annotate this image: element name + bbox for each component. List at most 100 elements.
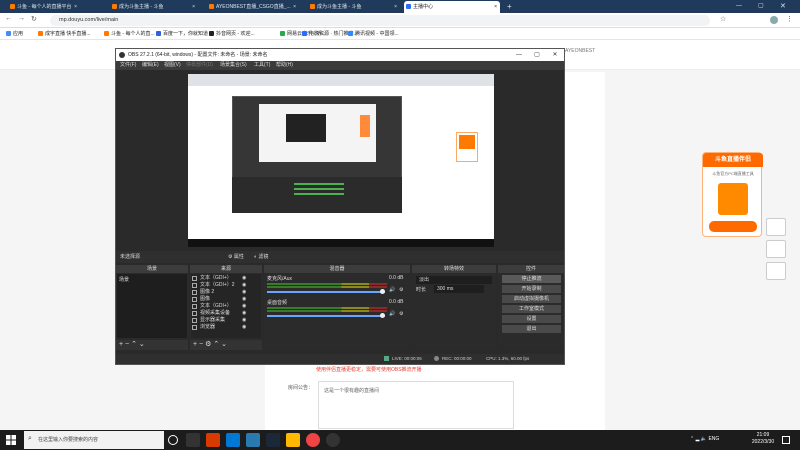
virtual-camera-button[interactable]: 启动虚拟摄像机: [502, 295, 561, 303]
source-item[interactable]: 文本（GDI+） ◉: [192, 303, 258, 310]
gear-icon[interactable]: ⚙: [205, 341, 211, 348]
profile-avatar[interactable]: [770, 16, 778, 24]
minimize-button[interactable]: —: [510, 49, 528, 61]
close-icon[interactable]: ×: [293, 1, 296, 13]
gear-icon[interactable]: ⚙: [399, 287, 403, 293]
eye-icon[interactable]: ◉: [242, 275, 246, 282]
browser-tab[interactable]: 成为斗鱼主播 - 斗鱼 ×: [308, 1, 400, 13]
exit-button[interactable]: 退出: [502, 325, 561, 333]
eye-icon[interactable]: ◉: [242, 296, 246, 303]
close-icon[interactable]: ×: [394, 1, 397, 13]
stop-streaming-button[interactable]: 停止推流: [502, 275, 561, 283]
settings-button[interactable]: 设置: [502, 315, 561, 323]
edge-icon[interactable]: [246, 433, 260, 447]
close-window-button[interactable]: ✕: [780, 0, 786, 13]
volume-slider[interactable]: [267, 315, 385, 317]
chevron-up-icon[interactable]: ⌃: [690, 436, 694, 442]
browser-tab[interactable]: 成为斗鱼主播 - 斗鱼 ×: [110, 1, 198, 13]
remove-icon[interactable]: −: [125, 341, 129, 348]
obs-taskbar-icon[interactable]: [326, 433, 340, 447]
eye-icon[interactable]: ◉: [242, 303, 246, 310]
steam-icon[interactable]: [266, 433, 280, 447]
volume-knob[interactable]: [380, 289, 385, 294]
menu-icon[interactable]: ⋮: [786, 15, 793, 23]
maximize-button[interactable]: ▢: [528, 49, 546, 61]
reload-icon[interactable]: ↻: [31, 15, 37, 23]
task-view-icon[interactable]: [186, 433, 200, 447]
star-icon[interactable]: ☆: [720, 15, 726, 23]
source-item[interactable]: 浏览器 ◉: [192, 324, 258, 331]
eye-icon[interactable]: ◉: [242, 317, 246, 324]
network-icon[interactable]: ▂: [696, 436, 700, 442]
promo-card[interactable]: 斗鱼直播伴侣 斗鱼官方PC端直播工具: [702, 152, 763, 237]
side-tool-button[interactable]: [766, 262, 786, 280]
menu-view[interactable]: 视图(V): [164, 61, 181, 70]
down-icon[interactable]: ⌄: [221, 341, 227, 348]
bookmark-item[interactable]: 腾讯视频 - 中国领...: [348, 28, 399, 40]
chrome-icon[interactable]: [306, 433, 320, 447]
source-item[interactable]: 图像 ◉: [192, 296, 258, 303]
close-icon[interactable]: ×: [74, 1, 77, 13]
volume-icon[interactable]: 🔈: [701, 436, 707, 442]
close-icon[interactable]: ×: [494, 1, 497, 13]
remove-icon[interactable]: −: [199, 341, 203, 348]
speaker-icon[interactable]: 🔊: [389, 287, 395, 293]
cortana-icon[interactable]: [168, 435, 178, 445]
taskbar-search-input[interactable]: 在这里输入你要搜索的内容: [24, 431, 164, 449]
maximize-button[interactable]: ▢: [758, 0, 764, 13]
add-icon[interactable]: +: [193, 341, 197, 348]
duration-input[interactable]: 300 ms: [434, 285, 484, 293]
forward-icon[interactable]: →: [18, 15, 25, 22]
download-button[interactable]: [709, 221, 757, 232]
close-icon[interactable]: ×: [192, 1, 195, 13]
menu-tools[interactable]: 工具(T): [254, 61, 270, 70]
browser-tab-active[interactable]: 主播中心 ×: [404, 1, 500, 13]
up-icon[interactable]: ⌃: [131, 341, 137, 348]
volume-slider[interactable]: [267, 291, 385, 293]
source-item[interactable]: 显示器采集 ◉: [192, 317, 258, 324]
side-tool-button[interactable]: [766, 218, 786, 236]
menu-help[interactable]: 帮助(H): [276, 61, 293, 70]
eye-icon[interactable]: ◉: [242, 310, 246, 317]
add-icon[interactable]: +: [119, 341, 123, 348]
close-window-button[interactable]: ✕: [546, 49, 564, 61]
back-icon[interactable]: ←: [5, 15, 12, 22]
gear-icon[interactable]: ⚙: [399, 311, 403, 317]
new-tab-button[interactable]: +: [507, 0, 512, 13]
mail-icon[interactable]: [226, 433, 240, 447]
menu-file[interactable]: 文件(F): [120, 61, 136, 70]
bookmark-item[interactable]: 百度一下，你就知道: [156, 28, 208, 40]
minimize-button[interactable]: —: [736, 0, 742, 13]
studio-mode-button[interactable]: 工作室模式: [502, 305, 561, 313]
bookmark-item[interactable]: 斗鱼 - 每个人的直...: [104, 28, 155, 40]
transition-select[interactable]: 淡出: [416, 276, 492, 284]
properties-button[interactable]: ⚙ 属性: [228, 251, 244, 263]
menu-docks[interactable]: 停靠部件(D): [186, 61, 213, 70]
browser-tab[interactable]: AYEONBEST直播_CSGO直播_... ×: [207, 1, 299, 13]
eye-icon[interactable]: ◉: [242, 289, 246, 296]
browser-tab[interactable]: 斗鱼 - 每个人的直播平台 ×: [8, 1, 80, 13]
url-input[interactable]: mp.douyu.com/live/main: [50, 15, 710, 26]
speaker-icon[interactable]: 🔊: [389, 311, 395, 317]
source-item[interactable]: 视频采集设备 ◉: [192, 310, 258, 317]
source-item[interactable]: 文本（GDI+）2 ◉: [192, 282, 258, 289]
side-tool-button[interactable]: [766, 240, 786, 258]
down-icon[interactable]: ⌄: [139, 341, 145, 348]
eye-icon[interactable]: ◉: [242, 324, 246, 331]
office-icon[interactable]: [206, 433, 220, 447]
source-item[interactable]: 图像 2 ◉: [192, 289, 258, 296]
up-icon[interactable]: ⌃: [213, 341, 219, 348]
username[interactable]: AYEONBEST: [565, 48, 595, 54]
bookmark-item[interactable]: 应用: [6, 28, 23, 40]
scene-item[interactable]: 场景: [117, 274, 187, 285]
announce-textarea[interactable]: 这是一个很有趣的直播间: [318, 381, 514, 429]
input-language[interactable]: ENG: [708, 436, 719, 442]
folder-icon[interactable]: [286, 433, 300, 447]
windows-start-icon[interactable]: [6, 435, 16, 445]
filters-button[interactable]: ◐ 滤镜: [254, 251, 268, 263]
volume-knob[interactable]: [380, 313, 385, 318]
bookmark-item[interactable]: 抖音网页 - 欢迎...: [209, 28, 255, 40]
bookmark-item[interactable]: 成宇直播 快手直播...: [38, 28, 91, 40]
taskbar-clock[interactable]: 21:09 2022/3/30: [748, 432, 778, 446]
start-recording-button[interactable]: 开始录制: [502, 285, 561, 293]
